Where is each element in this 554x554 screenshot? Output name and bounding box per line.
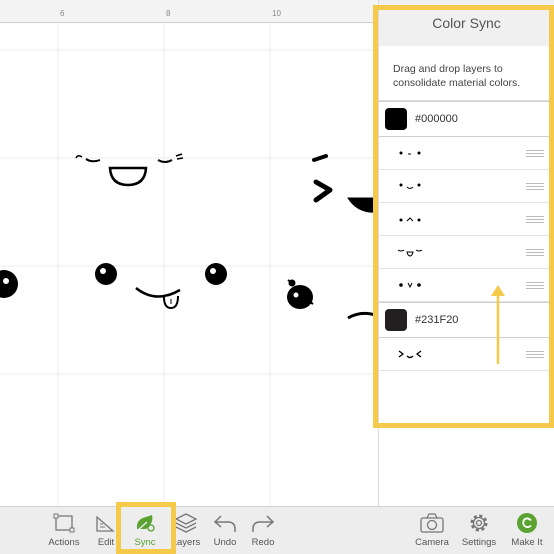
- edit-icon: [96, 515, 115, 532]
- layer-item[interactable]: [379, 170, 554, 203]
- layers-button[interactable]: Layers: [164, 511, 208, 548]
- face-dots-bracket-icon: [397, 279, 423, 291]
- undo-icon: [213, 515, 236, 532]
- color-hex-label: #231F20: [415, 314, 459, 326]
- layer-item[interactable]: [379, 269, 554, 302]
- bottom-toolbar: Actions Edit Sync Layers Undo Redo Camer…: [0, 506, 554, 554]
- ruler-label: 6: [60, 9, 65, 18]
- face-shape-wink[interactable]: [75, 153, 184, 187]
- panel-description: Drag and drop layers to consolidate mate…: [379, 46, 554, 101]
- layers-label: Layers: [171, 537, 201, 548]
- settings-button[interactable]: Settings: [457, 511, 501, 548]
- color-hex-label: #000000: [415, 113, 458, 125]
- face-shape-left-edge[interactable]: [0, 270, 18, 298]
- drag-handle-icon[interactable]: [526, 149, 544, 157]
- drag-handle-icon[interactable]: [526, 281, 544, 289]
- edit-label: Edit: [97, 537, 115, 548]
- sync-icon: [136, 515, 155, 532]
- make-it-icon: [517, 513, 537, 533]
- arrow-up-icon: [491, 285, 505, 364]
- sync-button[interactable]: Sync: [123, 511, 167, 548]
- face-dots-dash-icon: [397, 147, 423, 159]
- color-swatch[interactable]: [385, 309, 407, 331]
- drag-handle-icon[interactable]: [526, 248, 544, 256]
- edit-button[interactable]: Edit: [84, 511, 128, 548]
- color-swatch[interactable]: [385, 108, 407, 130]
- ruler-label: 10: [272, 9, 281, 18]
- redo-button[interactable]: Redo: [241, 511, 285, 548]
- canvas-grid: [0, 22, 378, 506]
- layers-icon: [174, 513, 198, 533]
- ruler-label: 8: [166, 9, 171, 18]
- redo-icon: [252, 515, 275, 532]
- actions-icon: [53, 513, 75, 533]
- face-caret-mouth-icon: [397, 213, 423, 225]
- layer-item[interactable]: [379, 338, 554, 371]
- sync-label: Sync: [134, 537, 156, 548]
- face-shape-arrow-eye[interactable]: [312, 154, 378, 213]
- color-group-231F20[interactable]: #231F20: [379, 302, 554, 338]
- redo-label: Redo: [251, 537, 275, 548]
- layer-item[interactable]: [379, 203, 554, 236]
- face-closed-eyes-icon: [397, 246, 423, 258]
- design-canvas[interactable]: 6 8 10: [0, 0, 378, 506]
- drag-handle-icon[interactable]: [526, 350, 544, 358]
- color-group-000000[interactable]: #000000: [379, 101, 554, 137]
- settings-label: Settings: [461, 537, 497, 548]
- make-it-label: Make It: [511, 537, 543, 548]
- panel-title: Color Sync: [379, 0, 554, 46]
- camera-button[interactable]: Camera: [410, 511, 454, 548]
- drag-handle-icon[interactable]: [526, 182, 544, 190]
- camera-icon: [420, 513, 444, 533]
- top-ruler: 6 8 10: [0, 0, 378, 23]
- actions-button[interactable]: Actions: [42, 511, 86, 548]
- undo-label: Undo: [213, 537, 237, 548]
- color-sync-panel: Color Sync Drag and drop layers to conso…: [378, 0, 554, 506]
- layer-item[interactable]: [379, 236, 554, 269]
- make-it-button[interactable]: Make It: [505, 511, 549, 548]
- camera-label: Camera: [415, 537, 449, 548]
- face-shape-bunny[interactable]: [287, 279, 378, 320]
- face-smile-dots-icon: [397, 180, 423, 192]
- layer-item[interactable]: [379, 137, 554, 170]
- face-squint-icon: [397, 348, 423, 360]
- gear-icon: [470, 514, 488, 532]
- face-shape-tongue[interactable]: [95, 263, 227, 310]
- actions-label: Actions: [48, 537, 80, 548]
- drag-handle-icon[interactable]: [526, 215, 544, 223]
